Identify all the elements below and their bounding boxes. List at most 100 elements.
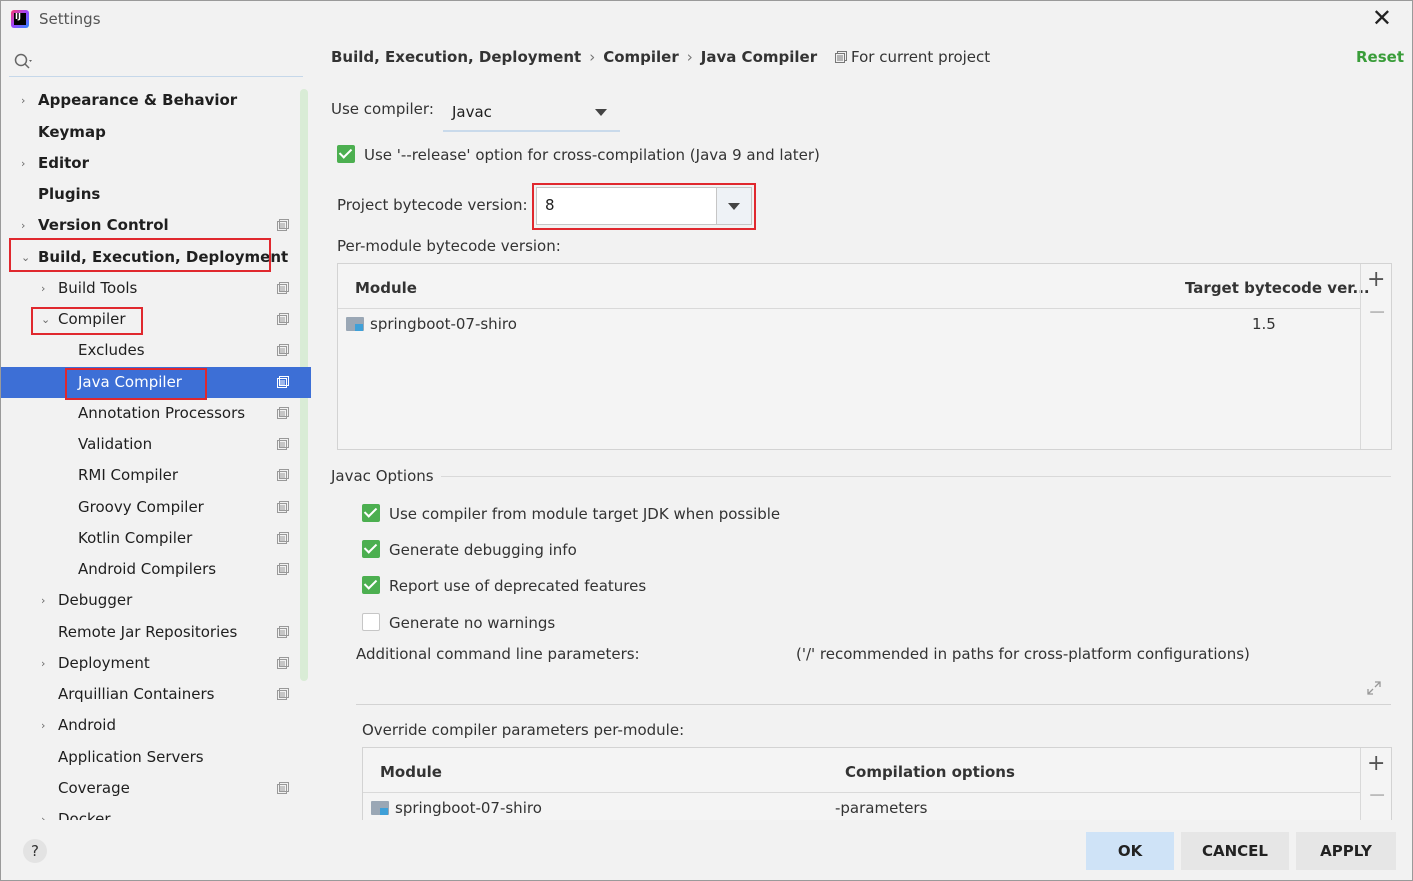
chevron-down-icon (595, 109, 607, 116)
column-header-compilation-options[interactable]: Compilation options (845, 763, 1015, 781)
sidebar-item-label: Validation (78, 435, 153, 453)
chevron-right-icon[interactable]: › (41, 804, 53, 820)
additional-params-input[interactable] (356, 673, 1391, 705)
sidebar-item-compiler[interactable]: ⌄ Compiler (1, 304, 311, 335)
project-scope-icon (277, 344, 289, 356)
project-scope-icon (277, 501, 289, 513)
per-module-table: Module Target bytecode ver... springboot… (337, 263, 1392, 450)
project-scope-icon (277, 563, 289, 575)
scope-label: For current project (851, 48, 991, 66)
option-checkbox-deprecated[interactable] (362, 576, 380, 594)
cancel-button[interactable]: CANCEL (1181, 832, 1289, 870)
bytecode-dropdown-button[interactable] (716, 188, 751, 224)
sidebar-item-remote-jar-repositories[interactable]: Remote Jar Repositories (1, 617, 311, 648)
additional-params-hint: ('/' recommended in paths for cross-plat… (796, 645, 1250, 663)
chevron-down-icon[interactable]: ⌄ (21, 242, 33, 273)
help-button[interactable]: ? (23, 839, 47, 863)
sidebar-item-version-control[interactable]: › Version Control (1, 210, 311, 241)
release-option-checkbox[interactable] (337, 145, 355, 163)
override-table: Module Compilation options springboot-07… (362, 747, 1392, 828)
dialog-footer: ? OK CANCEL APPLY (1, 820, 1412, 880)
breadcrumb-item[interactable]: Build, Execution, Deployment (331, 48, 581, 66)
sidebar-item-android[interactable]: › Android (1, 710, 311, 741)
sidebar-item-label: Deployment (58, 654, 150, 672)
option-checkbox-module-jdk[interactable] (362, 504, 380, 522)
project-scope-icon (277, 532, 289, 544)
project-scope-icon (277, 219, 289, 231)
sidebar-item-keymap[interactable]: Keymap (1, 117, 311, 148)
sidebar-item-android-compilers[interactable]: Android Compilers (1, 554, 311, 585)
column-header-module[interactable]: Module (355, 279, 417, 297)
sidebar-item-build-execution-deployment[interactable]: ⌄ Build, Execution, Deployment (1, 242, 311, 273)
sidebar-item-groovy-compiler[interactable]: Groovy Compiler (1, 492, 311, 523)
bytecode-version-label: Project bytecode version: (337, 196, 528, 214)
sidebar-item-label: Annotation Processors (78, 404, 246, 422)
project-scope-icon (277, 407, 289, 419)
project-scope-icon (277, 782, 289, 794)
table-divider (1360, 748, 1361, 828)
column-header-target[interactable]: Target bytecode ver... (1185, 279, 1370, 297)
use-compiler-label: Use compiler: (331, 100, 434, 118)
sidebar-item-appearance-behavior[interactable]: › Appearance & Behavior (1, 85, 311, 116)
compilation-options-value[interactable]: -parameters (835, 799, 927, 817)
chevron-right-icon[interactable]: › (21, 85, 33, 116)
chevron-down-icon[interactable]: ⌄ (41, 304, 53, 335)
option-checkbox-no-warnings[interactable] (362, 613, 380, 631)
sidebar-item-docker[interactable]: › Docker (1, 804, 311, 820)
sidebar-item-kotlin-compiler[interactable]: Kotlin Compiler (1, 523, 311, 554)
chevron-right-icon[interactable]: › (41, 585, 53, 616)
sidebar-item-annotation-processors[interactable]: Annotation Processors (1, 398, 311, 429)
option-label: Generate debugging info (389, 541, 577, 559)
add-override-button[interactable]: + (1367, 753, 1385, 775)
remove-module-button[interactable]: − (1368, 302, 1386, 324)
additional-params-label: Additional command line parameters: (356, 645, 640, 663)
settings-search[interactable] (9, 47, 303, 77)
chevron-right-icon[interactable]: › (41, 273, 53, 304)
sidebar-item-application-servers[interactable]: Application Servers (1, 742, 311, 773)
breadcrumb-item[interactable]: Compiler (603, 48, 679, 66)
close-icon[interactable]: ✕ (1372, 5, 1392, 31)
sidebar-item-coverage[interactable]: Coverage (1, 773, 311, 804)
sidebar-item-label: Compiler (58, 310, 126, 328)
sidebar-item-plugins[interactable]: Plugins (1, 179, 311, 210)
sidebar-item-deployment[interactable]: › Deployment (1, 648, 311, 679)
sidebar-item-rmi-compiler[interactable]: RMI Compiler (1, 460, 311, 491)
chevron-right-icon[interactable]: › (21, 210, 33, 241)
sidebar-item-build-tools[interactable]: › Build Tools (1, 273, 311, 304)
project-scope-icon (835, 51, 847, 63)
project-scope-icon (277, 469, 289, 481)
sidebar-item-label: Groovy Compiler (78, 498, 204, 516)
expand-icon[interactable] (1367, 681, 1381, 695)
sidebar-item-excludes[interactable]: Excludes (1, 335, 311, 366)
chevron-right-icon[interactable]: › (41, 648, 53, 679)
ok-button[interactable]: OK (1086, 832, 1174, 870)
section-divider (441, 476, 1391, 477)
sidebar-item-debugger[interactable]: › Debugger (1, 585, 311, 616)
chevron-right-icon[interactable]: › (21, 148, 33, 179)
target-version[interactable]: 1.5 (1252, 315, 1276, 333)
sidebar-item-label: Build Tools (58, 279, 138, 297)
column-header-module[interactable]: Module (380, 763, 442, 781)
use-compiler-select[interactable]: Javac (443, 92, 620, 132)
bytecode-version-select[interactable]: 8 (536, 187, 752, 225)
apply-button[interactable]: APPLY (1296, 832, 1396, 870)
module-name: springboot-07-shiro (370, 315, 517, 333)
sidebar-item-java-compiler[interactable]: Java Compiler (1, 367, 311, 398)
remove-override-button[interactable]: − (1368, 785, 1386, 807)
javac-options-label: Javac Options (331, 467, 434, 485)
project-scope-icon (277, 626, 289, 638)
reset-link[interactable]: Reset (1356, 48, 1404, 66)
release-option-label: Use '--release' option for cross-compila… (364, 146, 820, 164)
add-module-button[interactable]: + (1367, 269, 1385, 291)
module-name: springboot-07-shiro (395, 799, 542, 817)
scope-indicator: For current project (835, 48, 990, 66)
title-bar: IJ Settings ✕ (1, 1, 1412, 37)
project-scope-icon (277, 688, 289, 700)
sidebar-item-arquillian-containers[interactable]: Arquillian Containers (1, 679, 311, 710)
option-label: Report use of deprecated features (389, 577, 647, 595)
option-checkbox-debug-info[interactable] (362, 540, 380, 558)
chevron-right-icon[interactable]: › (41, 710, 53, 741)
sidebar-item-label: Docker (58, 810, 111, 820)
sidebar-item-editor[interactable]: › Editor (1, 148, 311, 179)
sidebar-item-validation[interactable]: Validation (1, 429, 311, 460)
